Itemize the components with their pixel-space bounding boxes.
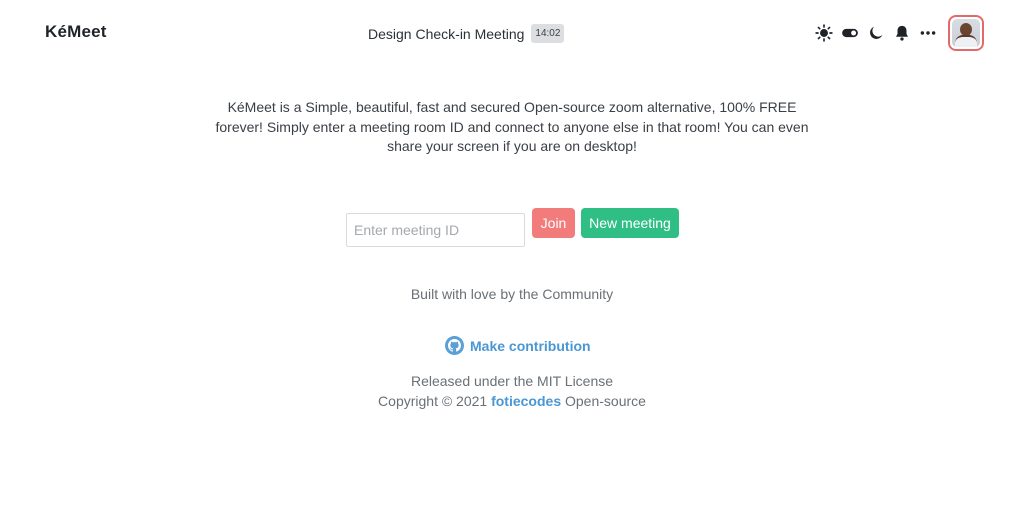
author-link[interactable]: fotiecodes: [491, 393, 561, 409]
join-button[interactable]: Join: [532, 208, 575, 238]
copyright-prefix: Copyright © 2021: [378, 392, 492, 409]
toggle-icon[interactable]: [840, 23, 860, 43]
new-meeting-button[interactable]: New meeting: [581, 208, 679, 238]
join-form: Join New meeting: [346, 208, 679, 247]
meeting-id-input[interactable]: [346, 213, 525, 247]
moon-icon[interactable]: [866, 23, 886, 43]
bell-icon[interactable]: [892, 23, 912, 43]
intro-description: KéMeet is a Simple, beautiful, fast and …: [215, 99, 809, 154]
header-toolbar: [814, 15, 984, 51]
user-avatar-button[interactable]: [948, 15, 984, 51]
meeting-time-badge: 14:02: [531, 24, 565, 43]
avatar: [952, 19, 980, 47]
meeting-title: Design Check-in Meeting: [368, 25, 525, 42]
license-block: Released under the MIT License Copyright…: [0, 372, 1024, 411]
built-with-text: Built with love by the Community: [410, 286, 614, 302]
avatar-body: [955, 35, 977, 47]
copyright-suffix: Open-source: [561, 392, 646, 409]
make-contribution-label: Make contribution: [470, 337, 591, 354]
github-icon: [445, 336, 464, 355]
meeting-info: Design Check-in Meeting 14:02: [368, 24, 565, 43]
license-text: Released under the MIT License: [410, 373, 614, 389]
more-icon[interactable]: [918, 23, 938, 43]
copyright-line: Copyright © 2021 fotiecodes Open-source: [0, 392, 1024, 412]
sun-icon[interactable]: [814, 23, 834, 43]
brand-logo[interactable]: KéMeet: [45, 22, 107, 42]
make-contribution-link[interactable]: Make contribution: [445, 336, 591, 355]
